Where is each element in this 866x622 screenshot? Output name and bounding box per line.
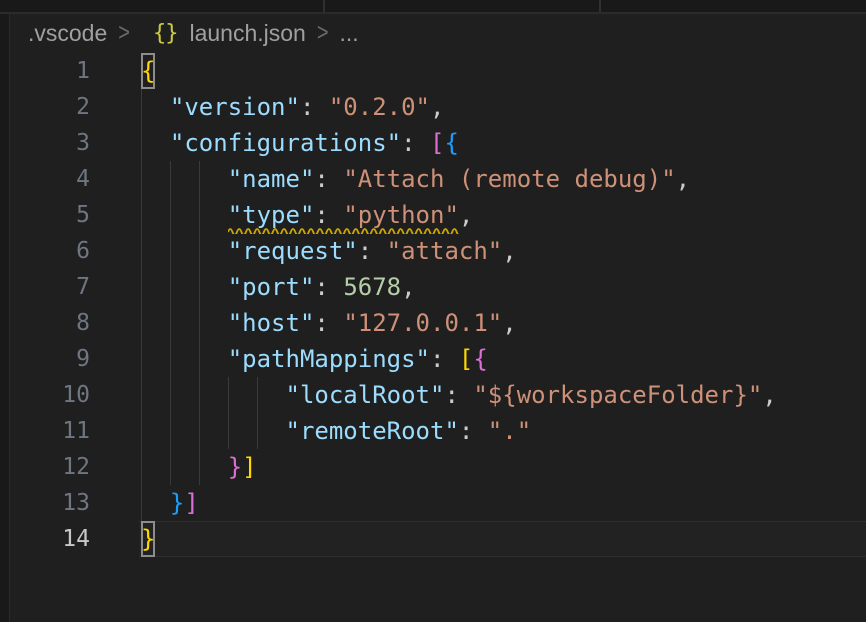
code-token (141, 381, 286, 409)
code-text: "version": "0.2.0", (0, 89, 866, 125)
code-token (141, 93, 170, 121)
code-token (141, 417, 286, 445)
code-token: : (314, 201, 343, 229)
code-token: , (401, 273, 415, 301)
code-token: : (444, 381, 473, 409)
code-token: "request" (228, 237, 358, 265)
code-token: : (401, 129, 430, 157)
warning-squiggle-icon (228, 226, 459, 234)
code-text: { (0, 53, 866, 89)
code-token: "type" (228, 201, 315, 229)
vscode-editor-window: .vscode > {} launch.json > ... 1{2 "vers… (0, 0, 866, 622)
sidebar-edge (0, 0, 10, 622)
code-token: 5678 (343, 273, 401, 301)
code-text: "configurations": [{ (0, 125, 866, 161)
code-token (141, 237, 228, 265)
code-token (141, 489, 170, 517)
code-token: , (762, 381, 776, 409)
code-token (141, 309, 228, 337)
code-line[interactable]: 1{ (0, 53, 866, 89)
code-text: "name": "Attach (remote debug)", (0, 161, 866, 197)
code-line[interactable]: 5 "type": "python", (0, 197, 866, 233)
code-token: "attach" (387, 237, 503, 265)
code-line[interactable]: 4 "name": "Attach (remote debug)", (0, 161, 866, 197)
code-token: "name" (228, 165, 315, 193)
code-text: } (0, 521, 866, 557)
code-token: : (459, 417, 488, 445)
code-token: : (314, 165, 343, 193)
tab-bar (0, 0, 866, 14)
code-token: "remoteRoot" (286, 417, 459, 445)
code-line[interactable]: 9 "pathMappings": [{ (0, 341, 866, 377)
code-text: "remoteRoot": "." (0, 413, 866, 449)
code-token: "port" (228, 273, 315, 301)
breadcrumb: .vscode > {} launch.json > ... (10, 14, 866, 53)
code-line[interactable]: 8 "host": "127.0.0.1", (0, 305, 866, 341)
code-text: "request": "attach", (0, 233, 866, 269)
code-area[interactable]: 1{2 "version": "0.2.0",3 "configurations… (0, 53, 866, 622)
code-token: "Attach (remote debug)" (343, 165, 675, 193)
code-line[interactable]: 11 "remoteRoot": "." (0, 413, 866, 449)
code-token (141, 345, 228, 373)
code-token: "pathMappings" (228, 345, 430, 373)
code-token: "python" (343, 201, 459, 229)
code-line[interactable]: 3 "configurations": [{ (0, 125, 866, 161)
breadcrumb-folder[interactable]: .vscode (28, 20, 107, 47)
code-token: : (314, 309, 343, 337)
code-token: [ (459, 345, 473, 373)
code-line[interactable]: 13 }] (0, 485, 866, 521)
code-token: , (430, 93, 444, 121)
code-token: , (676, 165, 690, 193)
code-token (141, 273, 228, 301)
code-token (141, 453, 228, 481)
code-token: , (459, 201, 473, 229)
code-token: : (430, 345, 459, 373)
json-braces-icon: {} (153, 21, 178, 46)
code-text: "pathMappings": [{ (0, 341, 866, 377)
matched-bracket: { (141, 53, 155, 89)
breadcrumb-file[interactable]: launch.json (189, 20, 305, 47)
code-token: "${workspaceFolder}" (473, 381, 762, 409)
chevron-right-icon: > (317, 19, 329, 48)
code-text: "port": 5678, (0, 269, 866, 305)
code-token: ] (184, 489, 198, 517)
code-token: [ (430, 129, 444, 157)
code-line[interactable]: 10 "localRoot": "${workspaceFolder}", (0, 377, 866, 413)
tab-separator (323, 0, 325, 12)
code-token: , (502, 237, 516, 265)
breadcrumb-symbol-more[interactable]: ... (340, 20, 359, 47)
code-token: } (228, 453, 242, 481)
code-token: ] (242, 453, 256, 481)
code-token: : (314, 273, 343, 301)
code-token (141, 165, 228, 193)
code-line[interactable]: 14} (0, 521, 866, 557)
code-text: }] (0, 449, 866, 485)
code-token: { (444, 129, 458, 157)
code-token (141, 201, 228, 229)
tab-separator (599, 0, 601, 12)
code-token: , (502, 309, 516, 337)
code-text: "localRoot": "${workspaceFolder}", (0, 377, 866, 413)
code-line[interactable]: 2 "version": "0.2.0", (0, 89, 866, 125)
code-text: "host": "127.0.0.1", (0, 305, 866, 341)
code-token: : (300, 93, 329, 121)
code-line[interactable]: 7 "port": 5678, (0, 269, 866, 305)
code-token (141, 129, 170, 157)
code-token: "version" (170, 93, 300, 121)
code-token: { (473, 345, 487, 373)
code-token: "0.2.0" (329, 93, 430, 121)
code-token: "127.0.0.1" (343, 309, 502, 337)
code-line[interactable]: 12 }] (0, 449, 866, 485)
code-token: "." (488, 417, 531, 445)
code-text: }] (0, 485, 866, 521)
code-token: "configurations" (170, 129, 401, 157)
code-token: } (170, 489, 184, 517)
code-line[interactable]: 6 "request": "attach", (0, 233, 866, 269)
code-token: "host" (228, 309, 315, 337)
code-token: : (358, 237, 387, 265)
matched-bracket: } (141, 521, 155, 557)
code-token: "localRoot" (286, 381, 445, 409)
chevron-right-icon: > (118, 19, 130, 48)
